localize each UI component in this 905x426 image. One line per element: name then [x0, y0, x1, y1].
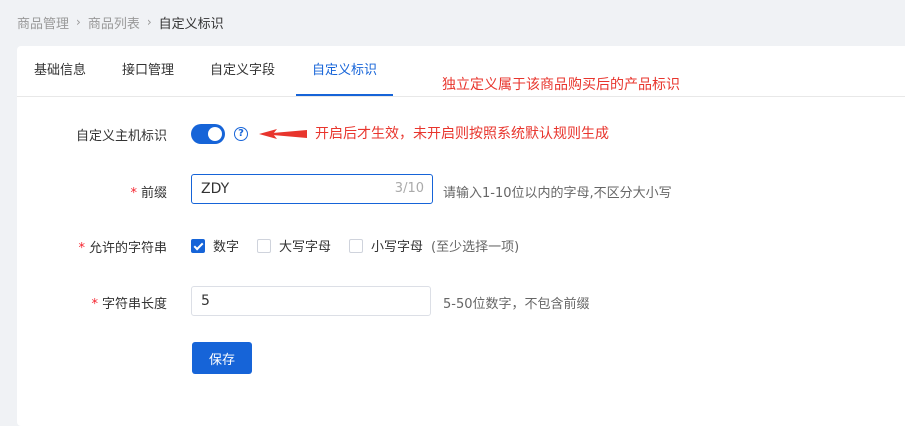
question-circle-icon[interactable]: ?	[234, 127, 248, 141]
breadcrumb-item-current: 自定义标识	[158, 16, 224, 32]
prefix-label-text: 前缀	[140, 186, 167, 201]
length-label-text: 字符串长度	[101, 297, 167, 312]
checkbox-digits-label: 数字	[213, 240, 240, 255]
breadcrumb-item-product-management[interactable]: 商品管理	[17, 13, 69, 32]
prefix-input-value: ZDY	[201, 181, 230, 197]
tab-annotation: 独立定义属于该商品购买后的产品标识	[442, 77, 680, 93]
custom-host-toggle[interactable]	[191, 124, 225, 144]
length-input-value: 5	[201, 293, 210, 309]
length-label: * 字符串长度	[91, 293, 167, 312]
tab-custom-identifier[interactable]: 自定义标识	[296, 46, 394, 96]
tab-bar: 基础信息 接口管理 自定义字段 自定义标识 独立定义属于该商品购买后的产品标识	[17, 46, 905, 97]
allowed-chars-group: 数字 大写字母 小写字母 (至少选择一项)	[191, 236, 519, 255]
content-card: 基础信息 接口管理 自定义字段 自定义标识 独立定义属于该商品购买后的产品标识 …	[17, 46, 905, 426]
switch-annotation: 开启后才生效，未开启则按照系统默认规则生成	[315, 126, 609, 142]
required-mark: *	[91, 297, 98, 312]
arrow-left-icon	[259, 129, 307, 139]
checkbox-digits[interactable]: 数字	[191, 236, 239, 255]
prefix-hint: 请输入1-10位以内的字母,不区分大小写	[443, 186, 672, 201]
toggle-knob	[208, 127, 222, 141]
required-mark: *	[130, 186, 137, 201]
custom-host-label: 自定义主机标识	[75, 129, 167, 144]
checkbox-uppercase-label: 大写字母	[279, 240, 332, 255]
checkbox-uppercase-box[interactable]	[257, 238, 272, 253]
save-button[interactable]: 保存	[192, 342, 252, 374]
checkbox-lowercase-box[interactable]	[349, 238, 364, 253]
length-input[interactable]: 5	[191, 286, 431, 316]
breadcrumb: 商品管理 › 商品列表 › 自定义标识	[17, 12, 224, 32]
chevron-right-icon: ›	[146, 15, 152, 29]
tab-basic-info[interactable]: 基础信息	[34, 46, 86, 94]
prefix-label: * 前缀	[130, 182, 167, 201]
tab-custom-fields[interactable]: 自定义字段	[210, 46, 275, 94]
allowed-chars-label: * 允许的字符串	[78, 237, 167, 256]
breadcrumb-item-product-list[interactable]: 商品列表	[88, 13, 140, 32]
checkbox-lowercase[interactable]: 小写字母	[349, 236, 423, 255]
prefix-char-counter: 3/10	[394, 181, 424, 196]
required-mark: *	[78, 241, 85, 256]
checkbox-lowercase-label: 小写字母	[371, 240, 424, 255]
checkbox-digits-box[interactable]	[191, 238, 205, 253]
checkbox-uppercase[interactable]: 大写字母	[257, 236, 331, 255]
allowed-chars-hint: (至少选择一项)	[431, 240, 520, 255]
chevron-right-icon: ›	[76, 15, 81, 29]
tab-interface-management[interactable]: 接口管理	[122, 46, 174, 94]
prefix-input[interactable]: ZDY 3/10	[191, 174, 433, 204]
length-hint: 5-50位数字，不包含前缀	[443, 297, 590, 312]
allowed-chars-label-text: 允许的字符串	[88, 241, 167, 256]
